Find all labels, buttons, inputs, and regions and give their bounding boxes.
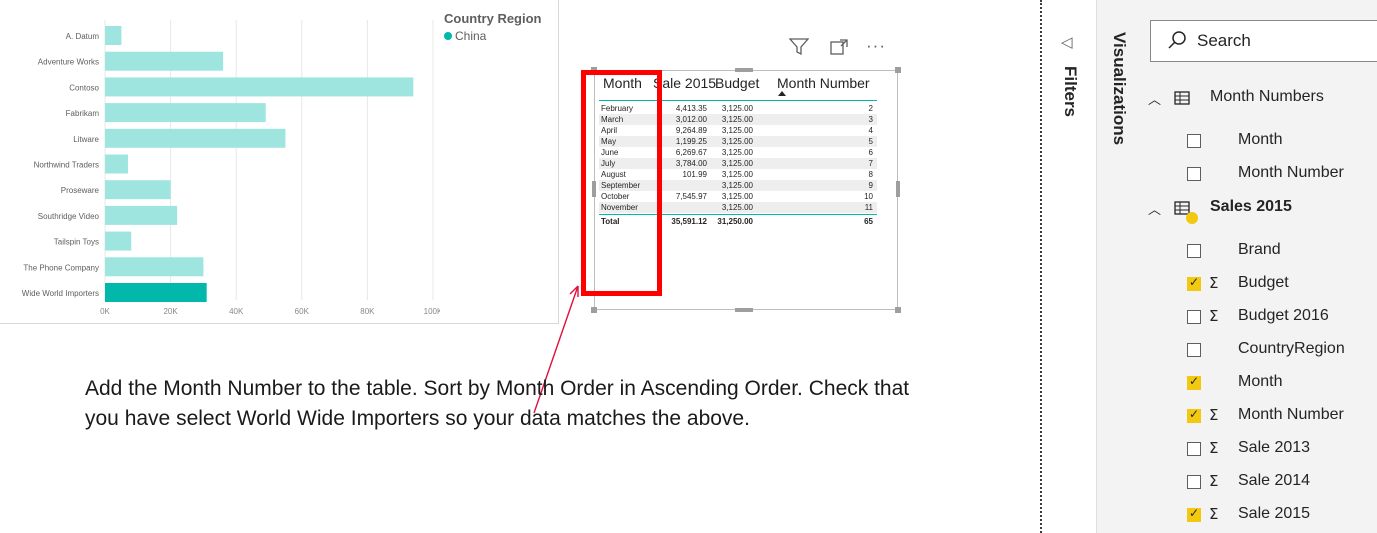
x-tick-label: 20K: [163, 307, 178, 316]
x-tick-label: 60K: [295, 307, 310, 316]
sigma-icon: Σ: [1209, 274, 1219, 292]
field-checkbox[interactable]: [1187, 244, 1201, 258]
field-item[interactable]: Sale 2015: [1238, 505, 1310, 523]
bar-chart-svg: 0K 20K 40K 60K 80K 100K A. Datum Adventure Work…: [22, 20, 440, 316]
visualizations-pane[interactable]: Visualizations: [1096, 0, 1140, 533]
field-item[interactable]: Brand: [1238, 241, 1281, 259]
field-item[interactable]: Sale 2014: [1238, 472, 1310, 490]
bar[interactable]: [105, 283, 207, 302]
sigma-icon: Σ: [1209, 307, 1219, 325]
sigma-icon: Σ: [1209, 472, 1219, 490]
checked-badge-icon: [1186, 212, 1198, 224]
bar[interactable]: [105, 128, 286, 148]
field-item[interactable]: CountryRegion: [1238, 340, 1345, 358]
resize-handle[interactable]: [735, 68, 753, 72]
bar[interactable]: [105, 205, 178, 225]
bar-chart[interactable]: 0K 20K 40K 60K 80K 100K A. Datum Adventure Work…: [0, 0, 560, 325]
bar[interactable]: [105, 103, 266, 123]
bar[interactable]: [105, 26, 122, 45]
resize-handle[interactable]: [895, 67, 901, 73]
collapse-filters-icon[interactable]: ◁: [1061, 33, 1073, 51]
sigma-icon: Σ: [1209, 505, 1219, 523]
pane-divider: [1040, 0, 1042, 533]
field-item[interactable]: Sale 2013: [1238, 439, 1310, 457]
field-checkbox[interactable]: [1187, 374, 1201, 390]
table-icon: [1174, 91, 1190, 110]
column-header-month-number[interactable]: Month Number: [777, 75, 870, 91]
x-tick-label: 80K: [360, 307, 375, 316]
filter-icon[interactable]: [788, 38, 810, 61]
category-label: Contoso: [69, 83, 99, 92]
column-header-budget[interactable]: Budget: [715, 75, 759, 91]
bar[interactable]: [105, 51, 224, 71]
focus-mode-icon[interactable]: [829, 38, 849, 61]
sort-ascending-icon: [778, 91, 786, 96]
bar[interactable]: [105, 257, 204, 277]
bar[interactable]: [105, 77, 414, 97]
category-label: A. Datum: [66, 32, 100, 41]
legend-item-china[interactable]: China: [444, 29, 486, 43]
field-item[interactable]: Month Number: [1238, 164, 1344, 182]
category-label: Tailspin Toys: [54, 238, 99, 247]
sigma-icon: Σ: [1209, 406, 1219, 424]
field-item[interactable]: Budget 2016: [1238, 307, 1329, 325]
resize-handle[interactable]: [591, 307, 597, 313]
field-checkbox[interactable]: [1187, 275, 1201, 291]
field-checkbox[interactable]: [1187, 407, 1201, 423]
legend-dot: [444, 32, 452, 40]
field-checkbox[interactable]: [1187, 506, 1201, 522]
category-label: Litware: [73, 135, 99, 144]
resize-handle[interactable]: [895, 307, 901, 313]
field-item[interactable]: Month Number: [1238, 406, 1344, 424]
instruction-text: Add the Month Number to the table. Sort …: [85, 377, 910, 430]
x-tick-label: 0K: [100, 307, 110, 316]
filters-label[interactable]: Filters: [1060, 66, 1080, 117]
resize-handle[interactable]: [735, 308, 753, 312]
resize-handle[interactable]: [896, 181, 900, 197]
field-checkbox[interactable]: [1187, 310, 1201, 324]
field-checkbox[interactable]: [1187, 475, 1201, 489]
visualizations-label[interactable]: Visualizations: [1109, 32, 1129, 145]
field-checkbox[interactable]: [1187, 343, 1201, 357]
field-table-name: Month Numbers: [1210, 88, 1324, 105]
category-label: Fabrikam: [66, 109, 100, 118]
x-tick-label: 100K: [424, 307, 440, 316]
sigma-icon: Σ: [1209, 439, 1219, 457]
highlight-box: [581, 70, 662, 296]
field-checkbox[interactable]: [1187, 442, 1201, 456]
legend-item-label: China: [455, 29, 487, 43]
search-icon: [1168, 31, 1186, 49]
field-checkbox[interactable]: [1187, 167, 1201, 181]
category-label: Adventure Works: [38, 58, 99, 67]
category-label: Southridge Video: [38, 212, 100, 221]
x-tick-label: 40K: [229, 307, 244, 316]
column-header-sale-2015[interactable]: Sale 2015: [653, 75, 716, 91]
field-item[interactable]: Budget: [1238, 274, 1289, 292]
chevron-up-icon[interactable]: ︿: [1148, 89, 1161, 108]
bar[interactable]: [105, 231, 132, 251]
bar[interactable]: [105, 180, 171, 200]
search-input[interactable]: Search: [1150, 20, 1377, 62]
search-placeholder: Search: [1197, 31, 1251, 50]
category-label: The Phone Company: [23, 263, 99, 272]
field-table-name: Sales 2015: [1210, 198, 1292, 215]
chevron-up-icon[interactable]: ︿: [1148, 199, 1161, 218]
legend-title: Country Region: [444, 11, 542, 26]
category-label: Wide World Importers: [22, 289, 99, 298]
more-options-icon[interactable]: ···: [866, 36, 886, 56]
field-checkbox[interactable]: [1187, 134, 1201, 148]
bar[interactable]: [105, 154, 128, 174]
filters-pane[interactable]: ◁ Filters: [1043, 0, 1096, 533]
category-label: Proseware: [61, 186, 100, 195]
field-item[interactable]: Month: [1238, 131, 1282, 149]
field-item[interactable]: Month: [1238, 373, 1282, 391]
category-label: Northwind Traders: [34, 161, 99, 170]
